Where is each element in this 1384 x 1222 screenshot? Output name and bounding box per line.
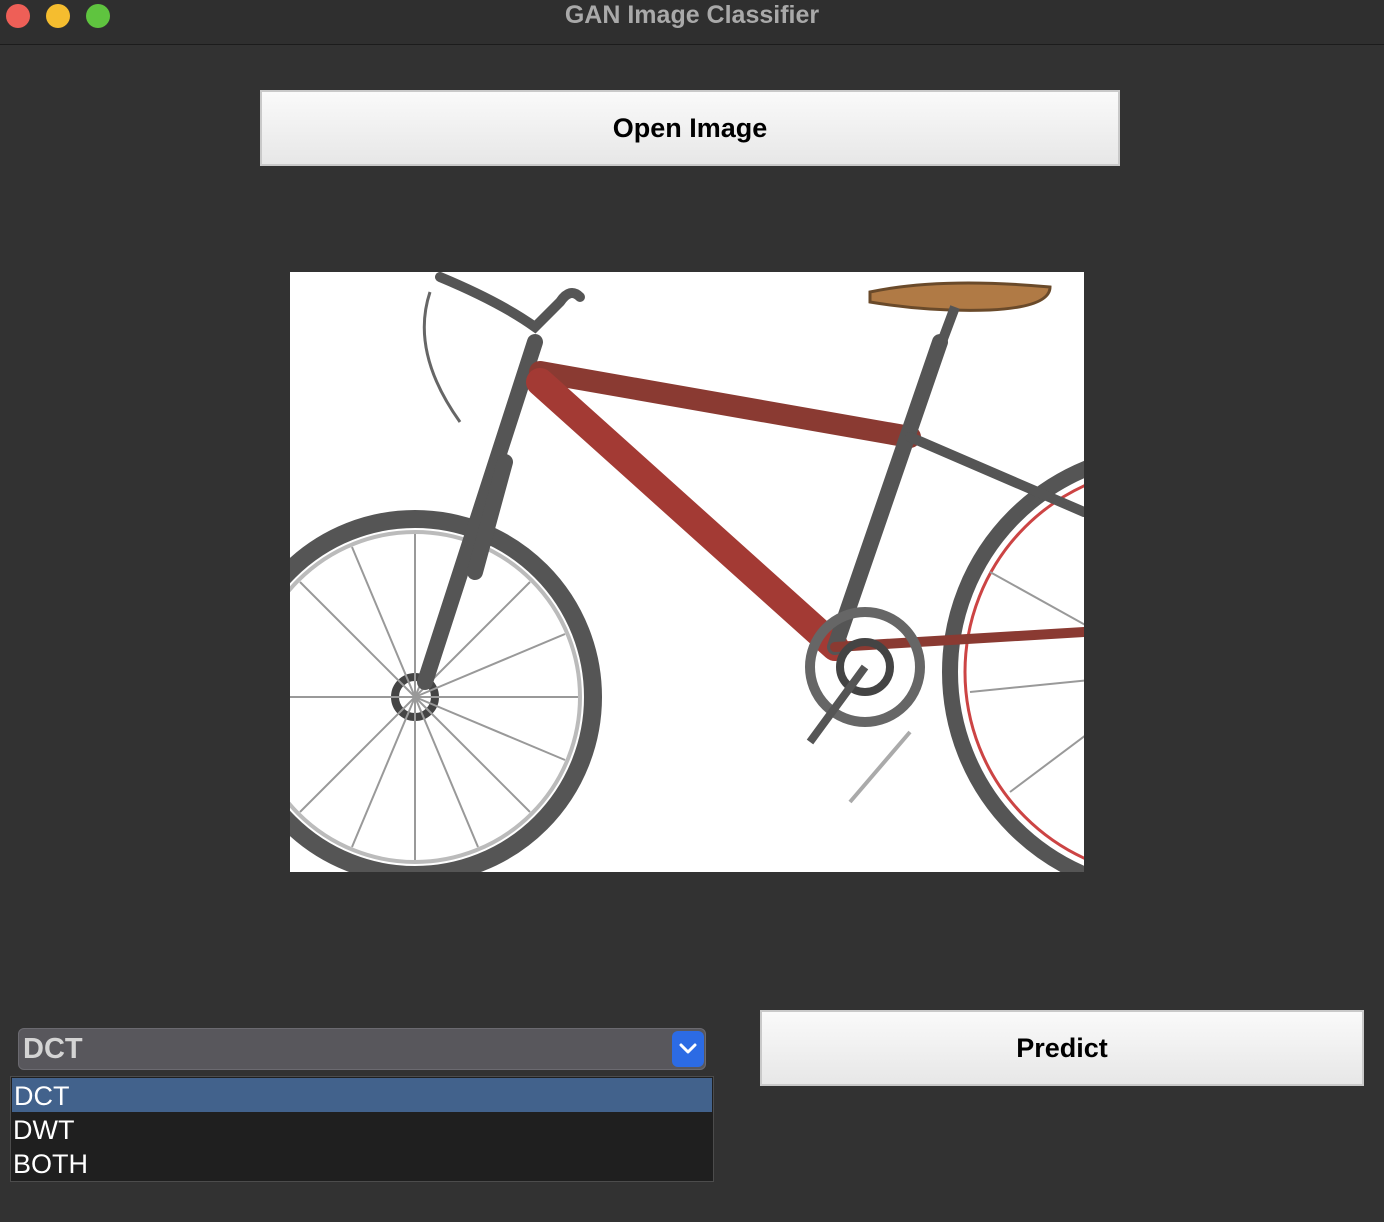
method-dropdown-list: DCT DWT BOTH [10,1076,714,1182]
open-image-button[interactable]: Open Image [260,90,1120,166]
open-image-button-label: Open Image [612,112,768,143]
chevron-down-icon[interactable] [672,1031,704,1067]
option-both[interactable]: BOTH [11,1146,713,1180]
method-select[interactable]: DCT [18,1028,706,1070]
predict-button-label: Predict [1016,1032,1108,1063]
option-dct[interactable]: DCT [12,1078,712,1112]
bicycle-image [290,272,1084,872]
image-preview [290,272,1084,872]
window-title: GAN Image Classifier [564,1,820,29]
bike-seat [868,281,1052,312]
option-dwt[interactable]: DWT [11,1112,713,1146]
title-bar: GAN Image Classifier [0,0,1384,45]
method-select-value: DCT [23,1033,83,1065]
predict-button[interactable]: Predict [760,1010,1364,1086]
